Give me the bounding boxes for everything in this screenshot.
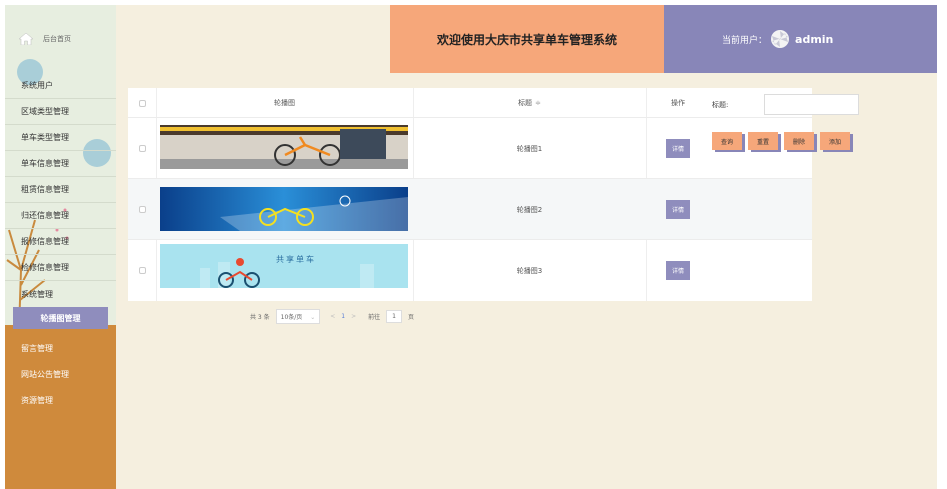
banner-image-bike-street xyxy=(160,125,408,169)
detail-button[interactable]: 详情 xyxy=(666,200,690,219)
avatar-icon[interactable] xyxy=(771,30,790,48)
home-label: 后台首页 xyxy=(43,35,71,43)
menu-item-announcements[interactable]: 网站公告管理 xyxy=(5,361,116,387)
table-row: 轮播图2 详情 xyxy=(128,179,812,240)
query-button[interactable]: 查询 xyxy=(712,132,742,150)
username: admin xyxy=(795,32,834,46)
page-number-current[interactable]: 1 xyxy=(341,313,345,320)
page-size-select[interactable]: 10条/页 ⌄ xyxy=(275,309,321,324)
sort-icon[interactable]: ≑ xyxy=(535,99,541,107)
menu-item-system-users[interactable]: 系统用户 xyxy=(5,73,116,99)
menu-item-repair-report[interactable]: 报修信息管理 xyxy=(5,229,116,255)
prev-page-button[interactable]: < xyxy=(330,313,335,320)
menu-item-rental-info[interactable]: 租赁信息管理 xyxy=(5,177,116,203)
select-all-cell xyxy=(128,88,156,118)
menu-item-bike-type[interactable]: 单车类型管理 xyxy=(5,125,116,151)
menu-item-messages[interactable]: 留言管理 xyxy=(5,335,116,361)
user-label: 当前用户： xyxy=(722,35,768,46)
sidebar: 后台首页 系统用户 区域类型管理 单车类型管理 单车信息管理 租赁信息管理 归还… xyxy=(5,5,116,489)
pagination: 共 3 条 10条/页 ⌄ < 1 > 前往 1 页 xyxy=(250,309,414,324)
add-button[interactable]: 添加 xyxy=(820,132,850,150)
row-checkbox-cell xyxy=(128,118,156,179)
row-checkbox[interactable] xyxy=(138,145,146,152)
total-count: 共 3 条 xyxy=(250,314,270,321)
select-all-checkbox[interactable] xyxy=(138,99,146,107)
chevron-down-icon: ⌄ xyxy=(310,314,316,321)
banner-caption: 共享单车 xyxy=(276,255,316,264)
row-title: 轮播图3 xyxy=(516,266,543,275)
main-content: 轮播图 标题 ≑ 操作 轮播图1 详情 轮播图2 详情 共享单车 轮播图3 详情… xyxy=(116,73,937,489)
row-title: 轮播图1 xyxy=(516,144,543,153)
row-title: 轮播图2 xyxy=(516,205,543,214)
search-title-label: 标题: xyxy=(712,101,729,109)
menu-item-bike-info[interactable]: 单车信息管理 xyxy=(5,151,116,177)
next-page-button[interactable]: > xyxy=(351,313,356,320)
column-header-title[interactable]: 标题 ≑ xyxy=(413,88,646,118)
carousel-table: 轮播图 标题 ≑ 操作 轮播图1 详情 轮播图2 详情 共享单车 轮播图3 详情 xyxy=(128,88,812,301)
table-header: 轮播图 标题 ≑ 操作 xyxy=(128,88,812,118)
delete-button[interactable]: 删除 xyxy=(784,132,814,150)
row-action-cell: 详情 xyxy=(646,118,710,179)
table-row: 轮播图1 详情 xyxy=(128,118,812,179)
row-checkbox[interactable] xyxy=(138,267,146,274)
menu-item-return-info[interactable]: 归还信息管理 xyxy=(5,203,116,229)
table-row: 共享单车 轮播图3 详情 xyxy=(128,240,812,301)
goto-label: 前往 xyxy=(368,314,381,321)
menu-item-area-type[interactable]: 区域类型管理 xyxy=(5,99,116,125)
menu-item-maintenance[interactable]: 检修信息管理 xyxy=(5,255,116,281)
detail-button[interactable]: 详情 xyxy=(666,139,690,158)
row-checkbox-cell xyxy=(128,179,156,240)
row-checkbox-cell xyxy=(128,240,156,301)
menu-item-system-admin[interactable]: 系统管理 xyxy=(5,281,116,307)
column-header-action: 操作 xyxy=(671,99,685,107)
goto-page-input[interactable]: 1 xyxy=(386,310,402,323)
menu-item-carousel[interactable]: 轮播图管理 xyxy=(13,307,108,329)
row-action-cell: 详情 xyxy=(646,240,710,301)
banner-image-bike-tech xyxy=(160,187,408,231)
header-left xyxy=(116,5,390,73)
detail-button[interactable]: 详情 xyxy=(666,261,690,280)
row-action-cell: 详情 xyxy=(646,179,710,240)
search-title-input[interactable] xyxy=(764,94,859,115)
action-buttons: 查询 重置 删除 添加 xyxy=(712,132,850,150)
page-title: 欢迎使用大庆市共享单车管理系统 xyxy=(390,5,664,73)
column-header-image: 轮播图 xyxy=(274,99,295,107)
reset-button[interactable]: 重置 xyxy=(748,132,778,150)
page-unit-label: 页 xyxy=(408,314,415,321)
user-info: 当前用户： admin xyxy=(664,5,937,73)
banner-image-bike-cartoon xyxy=(160,244,408,288)
menu-item-resources[interactable]: 资源管理 xyxy=(5,387,116,413)
home-icon xyxy=(19,33,33,45)
row-checkbox[interactable] xyxy=(138,206,146,213)
